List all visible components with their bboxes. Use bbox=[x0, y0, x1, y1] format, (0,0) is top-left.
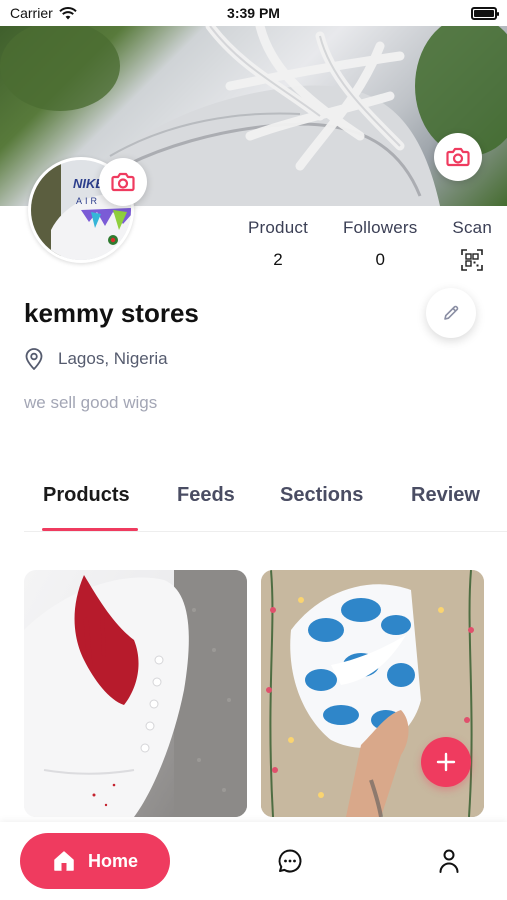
change-cover-button[interactable] bbox=[434, 133, 482, 181]
qr-scan-icon[interactable] bbox=[460, 248, 484, 272]
status-time: 3:39 PM bbox=[227, 5, 280, 21]
tab-review[interactable]: Review bbox=[411, 484, 480, 507]
camera-icon bbox=[111, 172, 135, 192]
stat-value: 0 bbox=[375, 250, 385, 269]
add-product-button[interactable] bbox=[421, 737, 471, 787]
tab-products[interactable]: Products bbox=[43, 484, 130, 507]
svg-text:AIR: AIR bbox=[76, 196, 100, 206]
product-grid bbox=[24, 570, 484, 817]
plus-icon bbox=[436, 752, 456, 772]
pencil-icon bbox=[444, 305, 459, 320]
product-card[interactable] bbox=[24, 570, 247, 817]
stat-scan[interactable]: Scan bbox=[452, 218, 492, 272]
nav-home-label: Home bbox=[87, 850, 138, 871]
camera-icon bbox=[446, 147, 470, 167]
status-bar: Carrier 3:39 PM bbox=[0, 0, 507, 26]
location-pin-icon bbox=[25, 348, 43, 370]
carrier-label: Carrier bbox=[10, 5, 53, 21]
store-bio: we sell good wigs bbox=[24, 393, 158, 412]
battery-icon bbox=[471, 6, 499, 20]
nav-profile-button[interactable] bbox=[437, 848, 461, 879]
stat-label: Scan bbox=[452, 218, 492, 237]
nav-messages-button[interactable] bbox=[277, 848, 303, 879]
bottom-navigation: Home bbox=[0, 822, 507, 900]
home-icon bbox=[54, 851, 74, 871]
wifi-icon bbox=[59, 6, 77, 19]
tab-feeds[interactable]: Feeds bbox=[177, 484, 235, 507]
tab-sections[interactable]: Sections bbox=[280, 484, 363, 507]
stat-label: Followers bbox=[342, 218, 418, 237]
stat-followers[interactable]: Followers 0 bbox=[343, 218, 418, 272]
stat-products[interactable]: Product 2 bbox=[248, 218, 308, 272]
chat-icon bbox=[278, 849, 302, 873]
store-name: kemmy stores bbox=[24, 298, 199, 328]
status-left: Carrier bbox=[10, 5, 77, 21]
nav-home-button[interactable]: Home bbox=[20, 833, 170, 889]
stat-value: 2 bbox=[273, 250, 283, 269]
location-text: Lagos, Nigeria bbox=[58, 349, 168, 368]
profile-stats: Product 2 Followers 0 Scan bbox=[248, 218, 492, 272]
active-tab-indicator bbox=[42, 528, 138, 531]
change-avatar-button[interactable] bbox=[99, 158, 147, 206]
stat-label: Product bbox=[248, 218, 308, 237]
store-location: Lagos, Nigeria bbox=[24, 347, 168, 371]
edit-profile-button[interactable] bbox=[426, 288, 476, 338]
profile-icon bbox=[439, 849, 459, 873]
profile-tabs: Products Feeds Sections Review bbox=[24, 484, 507, 532]
